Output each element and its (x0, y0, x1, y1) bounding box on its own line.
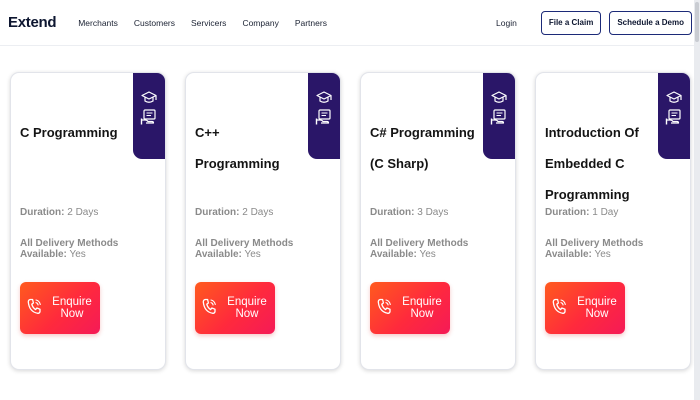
enquire-now-button[interactable]: Enquire Now (20, 282, 100, 334)
phone-icon (202, 298, 217, 318)
graduation-cap-icon (141, 91, 157, 105)
enquire-now-label: Enquire Now (402, 296, 442, 320)
enquire-now-label: Enquire Now (227, 296, 267, 320)
course-badge (658, 73, 690, 159)
enquire-now-button[interactable]: Enquire Now (545, 282, 625, 334)
delivery-value: Yes (69, 249, 86, 260)
phone-icon (27, 298, 42, 318)
certificate-hand-icon (140, 108, 158, 126)
duration-value: 2 Days (242, 207, 274, 218)
enquire-now-label: Enquire Now (577, 296, 617, 320)
top-navigation: Extend Merchants Customers Servicers Com… (0, 0, 700, 46)
nav-servicers[interactable]: Servicers (191, 18, 226, 28)
course-duration: Duration: 3 Days (370, 207, 448, 218)
nav-company[interactable]: Company (242, 18, 278, 28)
scrollbar-thumb[interactable] (695, 2, 699, 42)
nav-merchants[interactable]: Merchants (78, 18, 118, 28)
course-delivery: All Delivery Methods Available: Yes (370, 238, 515, 260)
duration-label: Duration: (20, 207, 65, 218)
course-badge (133, 73, 165, 159)
graduation-cap-icon (491, 91, 507, 105)
duration-label: Duration: (370, 207, 415, 218)
course-duration: Duration: 2 Days (195, 207, 273, 218)
enquire-now-button[interactable]: Enquire Now (195, 282, 275, 334)
certificate-hand-icon (490, 108, 508, 126)
course-title[interactable]: Introduction Of Embedded C Programming (545, 117, 657, 210)
page-scrollbar[interactable] (694, 0, 700, 400)
enquire-now-label: Enquire Now (52, 296, 92, 320)
duration-label: Duration: (545, 207, 590, 218)
nav-partners[interactable]: Partners (295, 18, 327, 28)
phone-icon (377, 298, 392, 318)
certificate-hand-icon (665, 108, 683, 126)
course-duration: Duration: 2 Days (20, 207, 98, 218)
course-duration: Duration: 1 Day (545, 207, 618, 218)
graduation-cap-icon (666, 91, 682, 105)
main-nav: Merchants Customers Servicers Company Pa… (78, 18, 343, 28)
enquire-now-button[interactable]: Enquire Now (370, 282, 450, 334)
course-title[interactable]: C Programming (20, 117, 132, 148)
login-link[interactable]: Login (496, 18, 517, 28)
course-card: C++ Programming Duration: 2 Days All Del… (185, 72, 341, 370)
duration-value: 2 Days (67, 207, 99, 218)
course-badge (483, 73, 515, 159)
course-card: C Programming Duration: 2 Days All Deliv… (10, 72, 166, 370)
course-delivery: All Delivery Methods Available: Yes (545, 238, 690, 260)
phone-icon (552, 298, 567, 318)
course-title[interactable]: C++ Programming (195, 117, 307, 179)
graduation-cap-icon (316, 91, 332, 105)
duration-value: 1 Day (592, 207, 619, 218)
delivery-value: Yes (594, 249, 611, 260)
course-card: Introduction Of Embedded C Programming D… (535, 72, 691, 370)
course-delivery: All Delivery Methods Available: Yes (195, 238, 340, 260)
duration-value: 3 Days (417, 207, 449, 218)
duration-label: Duration: (195, 207, 240, 218)
site-logo[interactable]: Extend (8, 14, 57, 31)
certificate-hand-icon (315, 108, 333, 126)
delivery-value: Yes (419, 249, 436, 260)
course-card: C# Programming (C Sharp) Duration: 3 Day… (360, 72, 516, 370)
delivery-value: Yes (244, 249, 261, 260)
course-badge (308, 73, 340, 159)
nav-customers[interactable]: Customers (134, 18, 175, 28)
file-claim-button[interactable]: File a Claim (540, 10, 602, 35)
schedule-demo-button[interactable]: Schedule a Demo (609, 10, 692, 35)
course-title[interactable]: C# Programming (C Sharp) (370, 117, 482, 179)
course-delivery: All Delivery Methods Available: Yes (20, 238, 165, 260)
